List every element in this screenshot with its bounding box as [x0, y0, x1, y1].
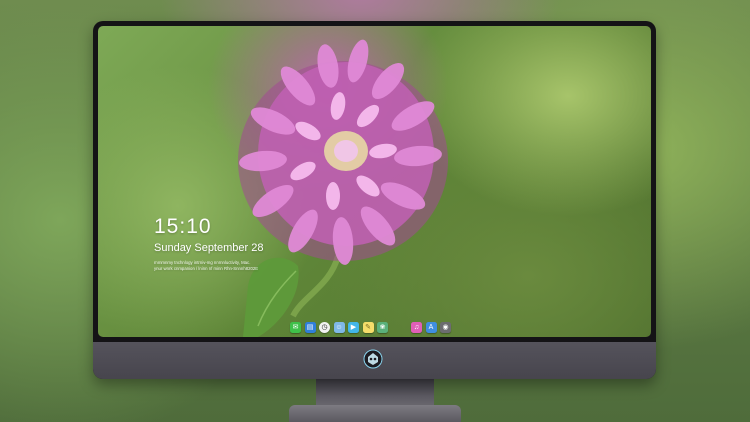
finder-icon[interactable]: ☺: [333, 321, 345, 333]
lock-date: Sunday September 28: [154, 242, 264, 254]
monitor-stand-base: [289, 405, 461, 422]
clock-icon[interactable]: ◷: [319, 321, 330, 333]
lock-time: 15:10: [154, 215, 212, 238]
messages-icon[interactable]: ✉: [290, 321, 301, 333]
camera-icon[interactable]: ◉: [440, 321, 451, 333]
monitor-chin: [93, 342, 656, 379]
lock-notice-line-1: rnmmnmy tnchnlogy intrniv-mg nnrnnluctiv…: [154, 260, 251, 265]
monitor-stand-neck: [316, 379, 434, 407]
flower-wallpaper-image: [238, 39, 448, 337]
lock-screen-clock: 15:10 Sunday September 28 rnmmnmy tnchnl…: [154, 216, 263, 271]
dock: ✉ ▤ ◷ ☺ ▶ ✎ ❀ ♫ A ◉: [290, 320, 451, 334]
files-icon[interactable]: ▤: [304, 321, 316, 333]
monitor: 15:10 Sunday September 28 rnmmnmy tnchnl…: [93, 21, 656, 379]
brand-logo-icon: [363, 349, 383, 369]
desktop-screen: 15:10 Sunday September 28 rnmmnmy tnchnl…: [98, 26, 651, 337]
lock-notice: rnmmnmy tnchnlogy intrniv-mg nnrnnluctiv…: [154, 260, 263, 271]
notes-icon[interactable]: ✎: [362, 321, 374, 333]
lock-notice-line-2: ynur wnrk cnmpanion / lninn nf minn Rhn-…: [154, 265, 259, 271]
app-store-icon[interactable]: A: [425, 321, 437, 333]
music-icon[interactable]: ♫: [411, 321, 422, 333]
photos-icon[interactable]: ❀: [377, 321, 388, 333]
videos-icon[interactable]: ▶: [348, 321, 359, 333]
